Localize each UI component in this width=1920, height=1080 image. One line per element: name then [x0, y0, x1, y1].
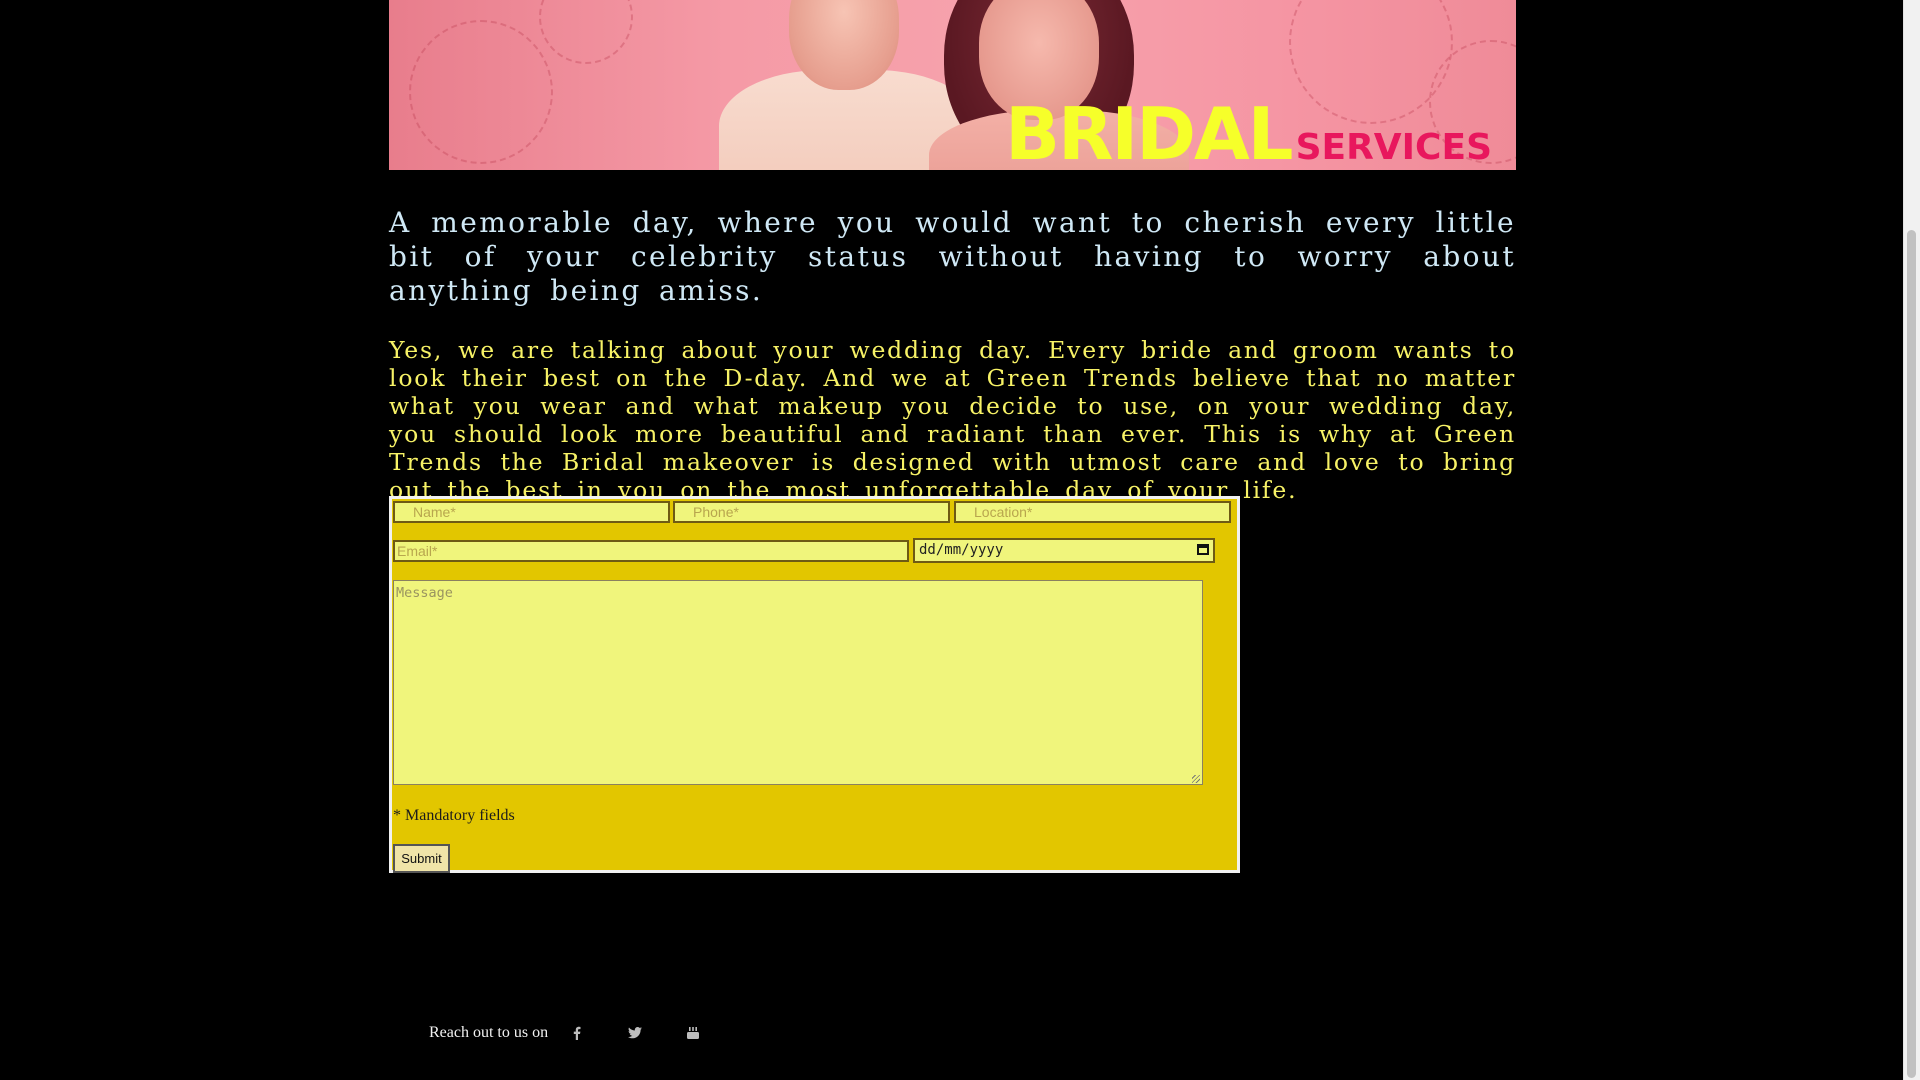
banner-title-sub: SERVICES: [1295, 127, 1492, 168]
vertical-scrollbar[interactable]: [1903, 0, 1920, 1080]
mandatory-note: * Mandatory fields: [393, 807, 515, 824]
twitter-icon[interactable]: [626, 1024, 644, 1042]
facebook-icon[interactable]: [568, 1024, 586, 1042]
banner-ornament: [539, 0, 633, 64]
submit-button[interactable]: Submit: [393, 844, 450, 873]
email-input[interactable]: [393, 540, 909, 562]
enquiry-form: dd/mm/yyyy * Mandatory fields Submit: [389, 496, 1240, 873]
reach-out-text: Reach out to us on: [429, 1024, 549, 1041]
message-textarea[interactable]: [393, 580, 1203, 785]
phone-input[interactable]: [673, 501, 950, 523]
banner-ornament: [409, 20, 553, 164]
date-input-value: dd/mm/yyyy: [919, 542, 1004, 558]
body-text: Yes, we are talking about your wedding d…: [389, 336, 1516, 504]
intro-text: A memorable day, where you would want to…: [389, 206, 1516, 307]
name-input[interactable]: [393, 501, 670, 523]
bridal-banner: BRIDAL SERVICES: [389, 0, 1516, 170]
page: BRIDAL SERVICES A memorable day, where yo…: [0, 0, 1920, 1080]
main-content: BRIDAL SERVICES A memorable day, where yo…: [389, 0, 1516, 504]
banner-title: BRIDAL SERVICES: [1005, 98, 1492, 170]
date-input[interactable]: dd/mm/yyyy: [913, 538, 1215, 563]
location-input[interactable]: [954, 501, 1231, 523]
calendar-icon[interactable]: [1197, 544, 1209, 555]
scrollbar-thumb[interactable]: [1907, 230, 1916, 1078]
banner-title-main: BRIDAL: [1005, 92, 1293, 170]
footer-social: Reach out to us on: [429, 1023, 742, 1043]
youtube-icon[interactable]: [684, 1024, 702, 1042]
resize-handle-icon[interactable]: [1192, 775, 1200, 783]
